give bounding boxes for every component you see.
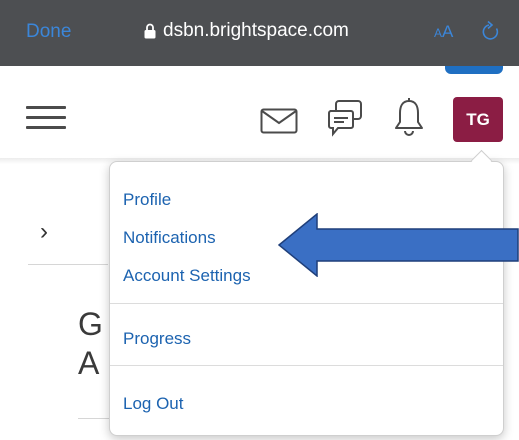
avatar[interactable]: TG	[453, 97, 503, 142]
menu-item-account-settings[interactable]: Account Settings	[123, 266, 251, 286]
text-size-large-glyph: A	[442, 22, 454, 41]
menu-separator	[110, 303, 503, 304]
menu-separator	[110, 365, 503, 366]
text-size-button[interactable]: AA	[434, 22, 453, 42]
done-button[interactable]: Done	[26, 21, 71, 43]
lock-icon	[144, 23, 156, 39]
browser-address-bar: Done dsbn.brightspace.com AA	[0, 0, 519, 66]
page-heading-line2: A	[78, 345, 100, 381]
reload-icon[interactable]	[480, 20, 502, 44]
menu-item-profile[interactable]: Profile	[123, 190, 171, 210]
user-dropdown-menu: Profile Notifications Account Settings P…	[109, 161, 504, 436]
annotation-arrow-icon	[278, 213, 519, 277]
menu-item-progress[interactable]: Progress	[123, 329, 191, 349]
url-text: dsbn.brightspace.com	[163, 20, 349, 41]
hamburger-menu-icon[interactable]	[26, 106, 66, 130]
menu-item-notifications[interactable]: Notifications	[123, 228, 216, 248]
divider	[28, 264, 108, 265]
bell-icon[interactable]	[394, 96, 424, 138]
mail-icon[interactable]	[260, 108, 298, 134]
page-heading-line1: G	[78, 306, 103, 342]
text-size-small-glyph: A	[434, 26, 443, 40]
browser-tab-indicator	[445, 66, 503, 74]
chat-icon[interactable]	[327, 99, 363, 137]
url-field[interactable]: dsbn.brightspace.com	[144, 20, 349, 42]
menu-item-log-out[interactable]: Log Out	[123, 394, 184, 414]
chevron-right-icon[interactable]: ›	[40, 218, 48, 246]
